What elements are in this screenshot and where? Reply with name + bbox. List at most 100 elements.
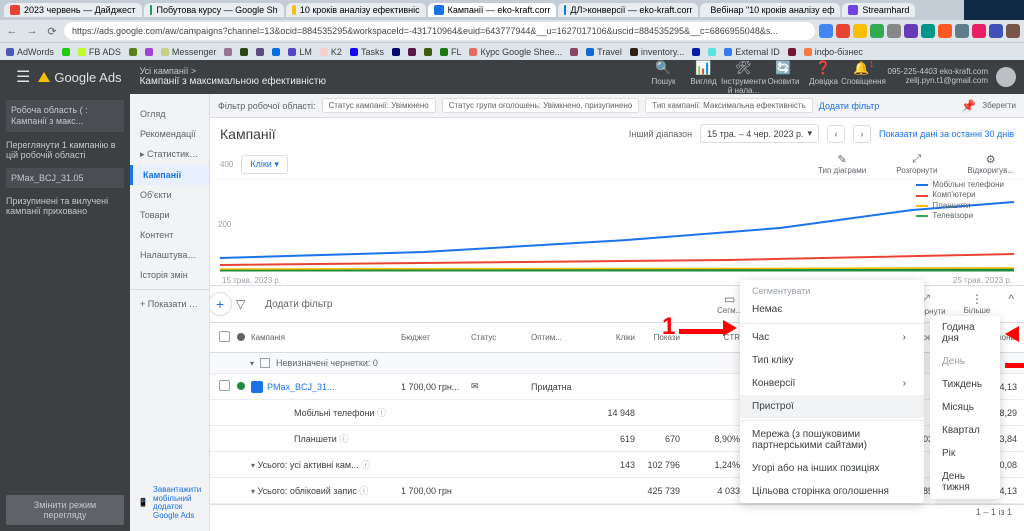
extension-icon[interactable]: [938, 24, 952, 38]
pin-icon[interactable]: 📌: [961, 99, 976, 113]
bookmark-item[interactable]: [392, 48, 400, 56]
filter-chip-type[interactable]: Тип кампанії: Максимальна ефективність: [645, 98, 812, 113]
browser-tab[interactable]: Побутова курсу — Google Sh: [144, 3, 284, 17]
bookmark-item[interactable]: Курс Google Shee...: [469, 47, 562, 57]
column-header[interactable]: Бюджет: [398, 333, 468, 342]
funnel-icon[interactable]: ▽: [236, 297, 245, 311]
extension-icon[interactable]: [1006, 24, 1020, 38]
column-header[interactable]: Кампанія: [248, 333, 398, 342]
segment-menu-item[interactable]: Угорі або на інших позиціях: [740, 457, 924, 480]
column-header[interactable]: Кліки: [588, 333, 638, 342]
browser-tab[interactable]: 10 кроків аналізу ефективніс: [286, 3, 426, 17]
sidebar-item[interactable]: Товари: [130, 205, 209, 225]
extension-icon[interactable]: [870, 24, 884, 38]
time-submenu[interactable]: Година дняДеньТижденьМісяцьКварталРікДен…: [930, 316, 1000, 499]
extension-icon[interactable]: [853, 24, 867, 38]
row-checkbox[interactable]: [219, 380, 230, 391]
download-app-link[interactable]: 📱 Завантажити мобільний додаток Google A…: [130, 482, 209, 525]
segment-menu-item[interactable]: Цільова сторінка оголошення: [740, 480, 924, 503]
add-campaign-fab[interactable]: +: [210, 292, 232, 316]
bookmark-item[interactable]: [708, 48, 716, 56]
sidebar-item[interactable]: Контент: [130, 225, 209, 245]
column-header[interactable]: Оптим...: [528, 333, 588, 342]
avatar[interactable]: [996, 67, 1016, 87]
chart-type-button[interactable]: ✎Тип діаграми: [818, 153, 866, 175]
change-view-button[interactable]: Змінити режим перегляду: [6, 495, 124, 525]
browser-tab[interactable]: Кампанії — eko-kraft.corr: [428, 3, 557, 17]
bookmark-item[interactable]: inventory...: [630, 47, 684, 57]
bookmark-item[interactable]: Messenger: [161, 47, 217, 57]
bookmark-item[interactable]: Travel: [586, 47, 622, 57]
header-tool[interactable]: 📊Вигляд: [684, 60, 724, 95]
column-header[interactable]: [234, 333, 248, 343]
sidebar-item[interactable]: ▸ Статистика та звіти: [130, 144, 209, 165]
segment-menu[interactable]: Сегментувати НемаєЧас›Тип клікуКонверсії…: [740, 280, 924, 503]
time-submenu-item[interactable]: День: [930, 350, 1000, 373]
header-tool[interactable]: 🔍Пошук: [644, 60, 684, 95]
url-input[interactable]: https://ads.google.com/aw/campaigns?chan…: [64, 22, 815, 40]
bookmark-item[interactable]: [272, 48, 280, 56]
table-action[interactable]: ⋮Більше: [964, 292, 991, 316]
bookmark-item[interactable]: FB ADS: [78, 47, 121, 57]
bookmark-item[interactable]: AdWords: [6, 47, 54, 57]
save-link[interactable]: Зберегти: [982, 101, 1016, 110]
sidebar-item[interactable]: Кампанії: [130, 165, 209, 185]
extension-icon[interactable]: [887, 24, 901, 38]
header-tool[interactable]: 🛠Інструменти й нала...: [724, 60, 764, 95]
column-header[interactable]: [216, 331, 234, 344]
sidebar-item[interactable]: Налаштування: [130, 245, 209, 265]
bookmark-item[interactable]: [240, 48, 248, 56]
bookmark-item[interactable]: [145, 48, 153, 56]
forward-button[interactable]: →: [24, 23, 40, 39]
breadcrumb[interactable]: Усі кампанії > Кампанії з максимальною е…: [140, 67, 326, 88]
browser-tab[interactable]: ДЛ>конверсії — eko-kraft.corr: [558, 3, 698, 17]
add-filter-link[interactable]: Додати фільтр: [819, 101, 879, 111]
time-submenu-item[interactable]: Тиждень: [930, 373, 1000, 396]
extension-icon[interactable]: [955, 24, 969, 38]
bookmark-item[interactable]: [408, 48, 416, 56]
sidebar-item[interactable]: Рекомендації: [130, 124, 209, 144]
segment-menu-item[interactable]: Конверсії›: [740, 372, 924, 395]
table-action[interactable]: ^: [1008, 292, 1014, 316]
bookmark-item[interactable]: inфо-бізнес: [804, 47, 863, 57]
header-tool[interactable]: 🔄Оновити: [764, 60, 804, 95]
metric-dropdown[interactable]: Кліки ▾: [241, 155, 288, 174]
bookmark-item[interactable]: [692, 48, 700, 56]
adjust-chart-button[interactable]: ⚙Відкоригув...: [967, 153, 1014, 175]
filter-chip-adgroup[interactable]: Статус групи оголошень: Увімкнено, призу…: [442, 98, 640, 113]
bookmark-item[interactable]: [424, 48, 432, 56]
bookmark-item[interactable]: [224, 48, 232, 56]
extension-icon[interactable]: [836, 24, 850, 38]
add-filter-label[interactable]: Додати фільтр: [265, 299, 332, 310]
bookmark-item[interactable]: [129, 48, 137, 56]
hamburger-icon[interactable]: ☰: [8, 67, 38, 87]
time-submenu-item[interactable]: День тижня: [930, 465, 1000, 499]
bookmark-item[interactable]: Tasks: [350, 47, 384, 57]
bookmark-item[interactable]: External ID: [724, 47, 780, 57]
header-tool[interactable]: 🔔1Сповіщення: [844, 60, 884, 95]
sidebar-item[interactable]: Об'єкти: [130, 185, 209, 205]
time-submenu-item[interactable]: Рік: [930, 442, 1000, 465]
bookmark-item[interactable]: [256, 48, 264, 56]
segment-menu-item[interactable]: Час›: [740, 326, 924, 349]
browser-tab[interactable]: Streamhard: [842, 3, 915, 17]
bookmark-item[interactable]: FL: [440, 47, 462, 57]
time-submenu-item[interactable]: Місяць: [930, 396, 1000, 419]
sidebar-item[interactable]: Історія змін: [130, 265, 209, 285]
bookmark-item[interactable]: [788, 48, 796, 56]
segment-menu-item[interactable]: Мережа (з пошуковими партнерськими сайта…: [740, 423, 924, 457]
browser-tab[interactable]: 2023 червень — Дайджест: [4, 3, 142, 17]
browser-tab[interactable]: Вебінар "10 кроків аналізу еф: [700, 3, 840, 17]
bookmark-item[interactable]: K2: [320, 47, 342, 57]
extension-icon[interactable]: [904, 24, 918, 38]
extension-icon[interactable]: [921, 24, 935, 38]
segment-menu-item[interactable]: Пристрої: [740, 395, 924, 418]
back-button[interactable]: ←: [4, 23, 20, 39]
extension-icon[interactable]: [972, 24, 986, 38]
select-all-checkbox[interactable]: [219, 331, 230, 342]
expand-chart-button[interactable]: ⤢Розгорнути: [896, 153, 937, 175]
filter-chip-status[interactable]: Статус кампанії: Увімкнено: [322, 98, 436, 113]
column-header[interactable]: Статус: [468, 333, 528, 342]
time-submenu-item[interactable]: Година дня: [930, 316, 1000, 350]
prev-period-button[interactable]: ‹: [827, 125, 845, 143]
